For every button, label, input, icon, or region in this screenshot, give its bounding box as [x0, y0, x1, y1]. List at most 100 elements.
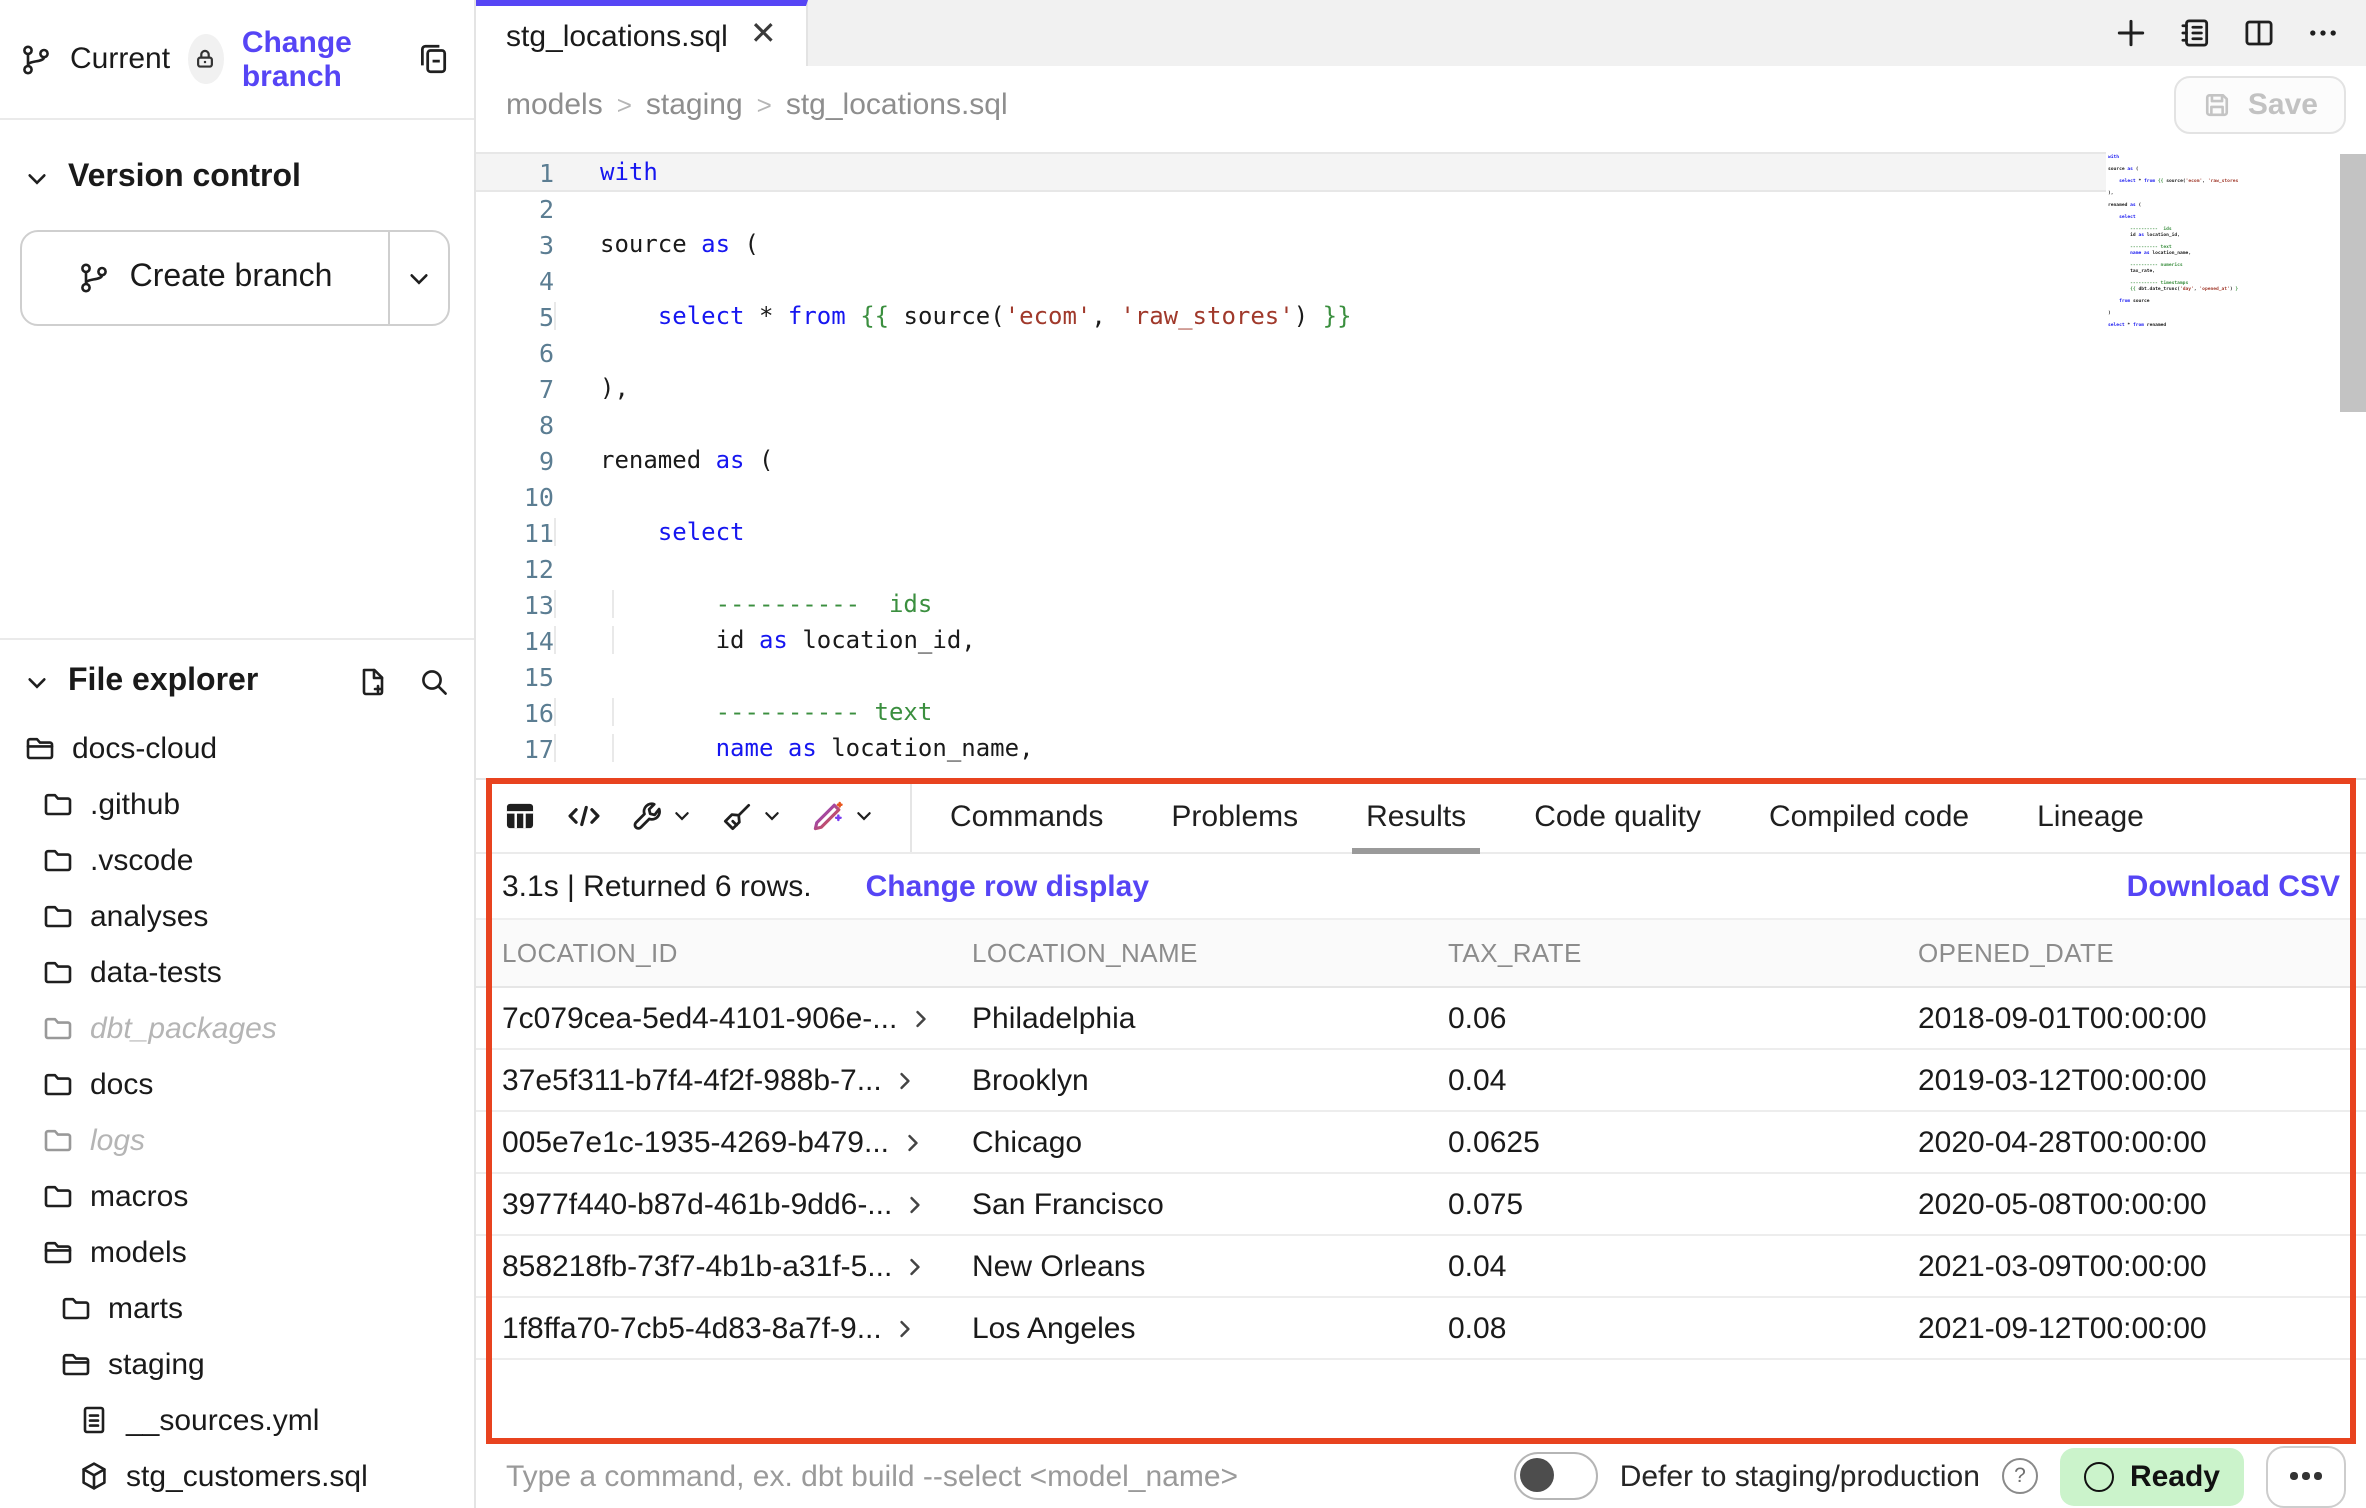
- line-number: 4: [476, 265, 554, 295]
- download-csv-link[interactable]: Download CSV: [2127, 869, 2340, 903]
- tree-item--github[interactable]: .github: [26, 776, 446, 832]
- code-line-13[interactable]: 13 ---------- ids: [476, 586, 2106, 622]
- tree-item-label: .vscode: [90, 843, 193, 877]
- cell-opened-date: 2021-03-09T00:00:00: [1918, 1249, 2366, 1283]
- code-line-2[interactable]: 2: [476, 190, 2106, 226]
- compile-code-button[interactable]: [566, 798, 602, 834]
- cell-location-name: Chicago: [972, 1125, 1448, 1159]
- code-line-11[interactable]: 11 select: [476, 514, 2106, 550]
- preview-table-button[interactable]: [502, 798, 538, 834]
- code-line-4[interactable]: 4: [476, 262, 2106, 298]
- expand-cell-icon[interactable]: [904, 1255, 926, 1277]
- panel-tab-code-quality[interactable]: Code quality: [1500, 780, 1735, 852]
- tree-item-stg-customers-yml[interactable]: stg_customers.yml: [62, 1504, 446, 1508]
- code-line-12[interactable]: 12: [476, 550, 2106, 586]
- file-explorer-header[interactable]: File explorer: [0, 640, 474, 708]
- split-editor-icon[interactable]: [2242, 16, 2276, 50]
- table-row: 37e5f311-b7f4-4f2f-988b-7...Brooklyn0.04…: [476, 1050, 2366, 1112]
- save-button[interactable]: Save: [2174, 76, 2346, 134]
- tree-item-staging[interactable]: staging: [44, 1336, 446, 1392]
- code-line-5[interactable]: 5 select * from {{ source('ecom', 'raw_s…: [476, 298, 2106, 334]
- code-editor[interactable]: 1with23source as (45 select * from {{ so…: [476, 144, 2366, 778]
- create-branch-menu-button[interactable]: [388, 232, 448, 324]
- tree-item-label: docs-cloud: [72, 731, 217, 765]
- tree-item-analyses[interactable]: analyses: [26, 888, 446, 944]
- tree-item-docs[interactable]: docs: [26, 1056, 446, 1112]
- tree-item-docs-cloud[interactable]: docs-cloud: [8, 720, 446, 776]
- column-header-tax_rate: TAX_RATE: [1448, 938, 1918, 968]
- tree-item-label: __sources.yml: [126, 1403, 319, 1437]
- new-file-icon[interactable]: [356, 666, 388, 698]
- copy-icon[interactable]: [416, 42, 450, 76]
- code-line-7[interactable]: 7),: [476, 370, 2106, 406]
- results-table-body: 7c079cea-5ed4-4101-906e-...Philadelphia0…: [476, 988, 2366, 1360]
- tree-item--vscode[interactable]: .vscode: [26, 832, 446, 888]
- line-number: 14: [476, 625, 554, 655]
- ready-status-badge[interactable]: Ready: [2060, 1447, 2244, 1505]
- tree-item-marts[interactable]: marts: [44, 1280, 446, 1336]
- tree-item-macros[interactable]: macros: [26, 1168, 446, 1224]
- branch-locked-badge: [188, 34, 224, 84]
- panel-tab-problems[interactable]: Problems: [1137, 780, 1332, 852]
- code-line-3[interactable]: 3source as (: [476, 226, 2106, 262]
- tree-item-stg-customers-sql[interactable]: stg_customers.sql: [62, 1448, 446, 1504]
- copilot-button[interactable]: [810, 798, 874, 834]
- indent-guide: [612, 590, 614, 618]
- tree-item--sources-yml[interactable]: __sources.yml: [62, 1392, 446, 1448]
- command-input[interactable]: [502, 1457, 1370, 1495]
- cell-tax-rate: 0.08: [1448, 1311, 1918, 1345]
- version-control-header[interactable]: Version control: [0, 120, 474, 196]
- expand-cell-icon[interactable]: [894, 1069, 916, 1091]
- change-branch-link[interactable]: Change branch: [242, 25, 398, 93]
- breadcrumb-item[interactable]: staging: [646, 88, 743, 122]
- panel-tab-compiled-code[interactable]: Compiled code: [1735, 780, 2003, 852]
- code-line-1[interactable]: 1with: [476, 154, 2106, 190]
- build-button[interactable]: [630, 799, 692, 833]
- table-row: 1f8ffa70-7cb5-4d83-8a7f-9...Los Angeles0…: [476, 1298, 2366, 1360]
- panel-tab-results[interactable]: Results: [1332, 780, 1500, 852]
- expand-cell-icon[interactable]: [904, 1193, 926, 1215]
- new-tab-icon[interactable]: [2114, 16, 2148, 50]
- notebook-icon[interactable]: [2178, 16, 2212, 50]
- tree-item-data-tests[interactable]: data-tests: [26, 944, 446, 1000]
- code-line-8[interactable]: 8: [476, 406, 2106, 442]
- code-line-10[interactable]: 10: [476, 478, 2106, 514]
- code-line-16[interactable]: 16 ---------- text: [476, 694, 2106, 730]
- code-line-14[interactable]: 14 id as location_id,: [476, 622, 2106, 658]
- change-row-display-link[interactable]: Change row display: [866, 869, 1149, 903]
- search-icon[interactable]: [418, 666, 450, 698]
- indent-guide: [554, 698, 556, 726]
- panel-tab-lineage[interactable]: Lineage: [2003, 780, 2178, 852]
- help-icon[interactable]: ?: [2002, 1458, 2038, 1494]
- defer-toggle[interactable]: [1514, 1452, 1598, 1500]
- tab-stg-locations-sql[interactable]: stg_locations.sql ✕: [476, 0, 809, 66]
- tree-item-models[interactable]: models: [26, 1224, 446, 1280]
- file-explorer-title: File explorer: [68, 664, 258, 700]
- line-content: select: [554, 518, 745, 546]
- folder-icon: [42, 956, 74, 988]
- line-content: name as location_name,: [554, 734, 1034, 762]
- expand-cell-icon[interactable]: [909, 1007, 931, 1029]
- breadcrumb-item[interactable]: models: [506, 88, 603, 122]
- tree-item-dbt-packages[interactable]: dbt_packages: [26, 1000, 446, 1056]
- tree-item-logs[interactable]: logs: [26, 1112, 446, 1168]
- folder-icon: [42, 1012, 74, 1044]
- panel-tab-commands[interactable]: Commands: [916, 780, 1137, 852]
- close-tab-icon[interactable]: ✕: [750, 20, 777, 52]
- format-button[interactable]: [720, 799, 782, 833]
- status-more-button[interactable]: [2266, 1445, 2346, 1507]
- editor-minimap[interactable]: withsource as ( select * from {{ source(…: [2108, 154, 2238, 328]
- more-options-icon[interactable]: [2306, 16, 2340, 50]
- column-header-location_id: LOCATION_ID: [502, 938, 972, 968]
- code-line-9[interactable]: 9renamed as (: [476, 442, 2106, 478]
- breadcrumb-item[interactable]: stg_locations.sql: [786, 88, 1008, 122]
- sidebar: Current Change branch Version control Cr…: [0, 0, 476, 1508]
- create-branch-button[interactable]: Create branch: [22, 232, 388, 324]
- line-content: select * from {{ source('ecom', 'raw_sto…: [554, 302, 1352, 330]
- expand-cell-icon[interactable]: [901, 1131, 923, 1153]
- editor-scrollbar[interactable]: [2340, 154, 2366, 412]
- expand-cell-icon[interactable]: [894, 1317, 916, 1339]
- code-line-17[interactable]: 17 name as location_name,: [476, 730, 2106, 766]
- code-line-6[interactable]: 6: [476, 334, 2106, 370]
- code-line-15[interactable]: 15: [476, 658, 2106, 694]
